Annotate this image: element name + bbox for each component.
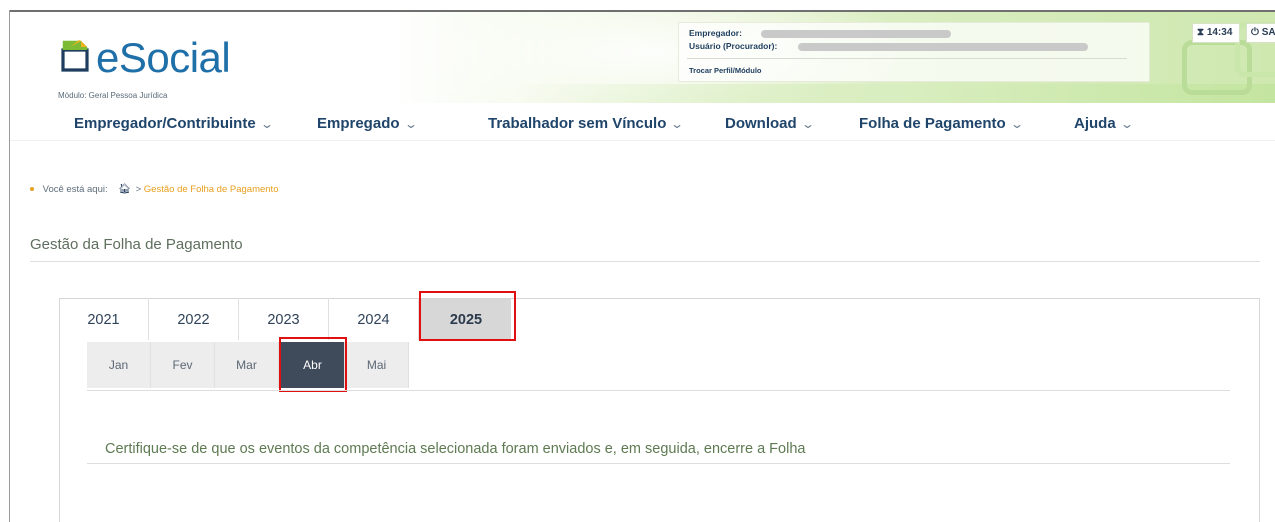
top-frame — [0, 0, 1275, 10]
tab-year-2023[interactable]: 2023 — [239, 298, 329, 340]
switch-profile-link[interactable]: Trocar Perfil/Módulo — [689, 66, 762, 75]
session-time: 14:34 — [1206, 27, 1233, 38]
page: eSocial Módulo: Geral Pessoa Jurídica Em… — [0, 0, 1275, 522]
divider — [687, 58, 1127, 59]
logo-text: eSocial — [96, 34, 231, 81]
breadcrumb: Você está aqui: 🏠︎ > Gestão de Folha de … — [30, 184, 278, 195]
info-divider — [87, 463, 1230, 464]
nav-trabalhador-sem-vinculo[interactable]: Trabalhador sem Vínculo ⌄ — [488, 115, 685, 132]
nav-label: Ajuda — [1074, 115, 1116, 132]
tab-month-fev[interactable]: Fev — [151, 342, 215, 388]
document-logo-icon — [61, 40, 89, 72]
module-label: Módulo: Geral Pessoa Jurídica — [58, 91, 168, 100]
nav-label: Empregado — [317, 115, 400, 132]
tab-year-2021[interactable]: 2021 — [59, 298, 149, 340]
tab-month-mai[interactable]: Mai — [345, 342, 409, 388]
nav-label: Folha de Pagamento — [859, 115, 1006, 132]
chevron-down-icon: ⌄ — [670, 117, 685, 131]
hourglass-icon: ⧗ — [1197, 27, 1205, 38]
user-redacted — [798, 43, 1088, 51]
main-nav: Empregador/Contribuinte ⌄ Empregado ⌄ Trab… — [10, 103, 1275, 141]
left-frame-line — [9, 10, 10, 522]
nav-ajuda[interactable]: Ajuda ⌄ — [1074, 115, 1134, 132]
chevron-down-icon: ⌄ — [259, 117, 274, 131]
tab-year-2024[interactable]: 2024 — [329, 298, 419, 340]
logout-button[interactable]: ⏻ SAIR — [1246, 23, 1275, 43]
months-divider — [87, 390, 1230, 391]
esocial-logo[interactable]: eSocial — [60, 34, 260, 94]
session-timer: ⧗ 14:34 — [1192, 23, 1240, 43]
tab-year-2022[interactable]: 2022 — [149, 298, 239, 340]
nav-label: Download — [725, 115, 797, 132]
tab-month-mar[interactable]: Mar — [215, 342, 279, 388]
title-divider — [30, 261, 1260, 262]
chevron-down-icon: ⌄ — [1119, 117, 1134, 131]
nav-folha-de-pagamento[interactable]: Folha de Pagamento ⌄ — [859, 115, 1024, 132]
chevron-down-icon: ⌄ — [1009, 117, 1024, 131]
nav-empregado[interactable]: Empregado ⌄ — [317, 115, 418, 132]
power-icon: ⏻ — [1251, 27, 1259, 38]
tab-month-jan[interactable]: Jan — [87, 342, 151, 388]
home-icon[interactable]: 🏠︎ — [118, 184, 131, 195]
employer-label: Empregador: — [689, 28, 742, 38]
user-label: Usuário (Procurador): — [689, 41, 778, 51]
highlight-box-month — [279, 337, 347, 392]
breadcrumb-prefix: Você está aqui: — [42, 184, 108, 195]
chevron-down-icon: ⌄ — [800, 117, 815, 131]
header: eSocial Módulo: Geral Pessoa Jurídica Em… — [10, 10, 1275, 103]
user-info-box: Empregador: Usuário (Procurador): Trocar… — [678, 22, 1150, 82]
chevron-down-icon: ⌄ — [403, 117, 418, 131]
nav-label: Empregador/Contribuinte — [74, 115, 256, 132]
highlight-box-year — [419, 291, 516, 341]
bullet-icon — [30, 187, 34, 192]
nav-download[interactable]: Download ⌄ — [725, 115, 815, 132]
employer-redacted — [761, 30, 951, 38]
page-title: Gestão da Folha de Pagamento — [30, 236, 243, 253]
logout-label: SAIR — [1261, 27, 1275, 38]
breadcrumb-separator: > — [135, 184, 142, 195]
instruction-text: Certifique-se de que os eventos da compe… — [105, 441, 806, 457]
nav-label: Trabalhador sem Vínculo — [488, 115, 667, 132]
nav-empregador-contribuinte[interactable]: Empregador/Contribuinte ⌄ — [74, 115, 274, 132]
breadcrumb-current: Gestão de Folha de Pagamento — [143, 184, 279, 195]
